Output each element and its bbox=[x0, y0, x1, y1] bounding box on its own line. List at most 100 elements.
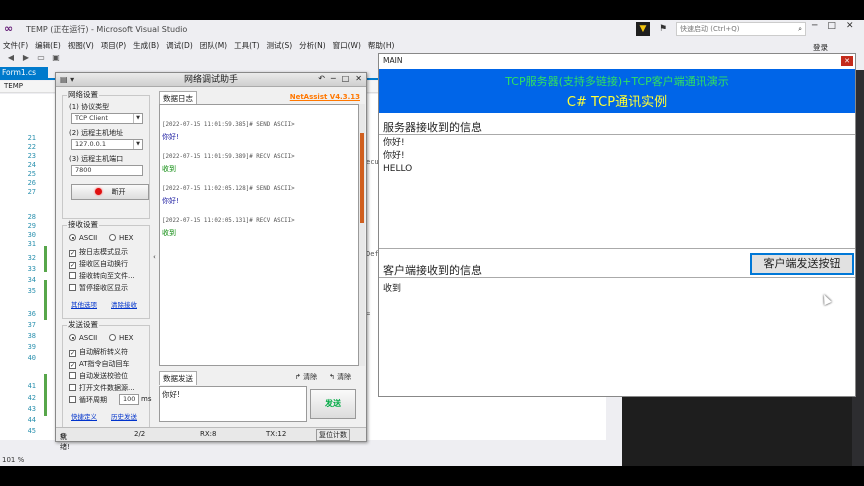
history-link[interactable]: 历史发送 bbox=[111, 411, 137, 421]
clear-receive-link[interactable]: 清除接收 bbox=[111, 299, 137, 309]
recv-hex-radio[interactable]: HEX bbox=[109, 234, 133, 242]
send-ascii-radio[interactable]: ASCII bbox=[69, 334, 97, 342]
send-button[interactable]: 发送 bbox=[310, 389, 356, 419]
recv-option-log-mode[interactable]: ✓ 按日志模式显示 bbox=[69, 247, 128, 257]
server-line: 你好! bbox=[383, 138, 405, 148]
port-input[interactable]: 7800 bbox=[71, 165, 143, 176]
send-option-escape[interactable]: ✓ 自动解析转义符 bbox=[69, 347, 128, 357]
clear-all-button[interactable]: ↰ 清除 bbox=[329, 372, 351, 382]
protocol-select[interactable]: TCP Client ▼ bbox=[71, 113, 143, 124]
host-select[interactable]: 127.0.0.1 ▼ bbox=[71, 139, 143, 150]
clear-label: 清除 bbox=[303, 373, 318, 381]
checkbox-icon bbox=[69, 372, 76, 379]
send-option-checksum[interactable]: 自动发送校验位 bbox=[69, 371, 128, 381]
checkbox-checked-icon: ✓ bbox=[69, 250, 76, 257]
checkbox-label: 接收转向至文件... bbox=[79, 272, 135, 280]
tab-form1[interactable]: Form1.cs bbox=[0, 67, 48, 80]
menu-build[interactable]: 生成(B) bbox=[130, 38, 163, 51]
close-icon[interactable]: ✕ bbox=[355, 74, 362, 83]
network-settings-group: 网络设置 (1) 协议类型 TCP Client ▼ (2) 远程主机地址 12… bbox=[62, 89, 150, 219]
server-received-textbox[interactable]: 你好! 你好! HELLO bbox=[379, 134, 855, 249]
maximize-icon[interactable]: □ bbox=[827, 21, 836, 31]
menu-test[interactable]: 测试(S) bbox=[264, 38, 297, 51]
menu-view[interactable]: 视图(V) bbox=[65, 38, 98, 51]
undo-icon[interactable]: ↶ bbox=[318, 74, 325, 83]
main-title-bar: MAIN ✕ bbox=[379, 54, 855, 68]
save-icon[interactable]: ▣ bbox=[51, 53, 61, 63]
vs-title-bar: ∞ TEMP (正在运行) - Microsoft Visual Studio … bbox=[0, 20, 864, 38]
radio-label: HEX bbox=[119, 234, 134, 242]
group-title: 接收设置 bbox=[67, 219, 99, 230]
menu-team[interactable]: 团队(M) bbox=[197, 38, 231, 51]
send-textarea[interactable]: 你好! bbox=[159, 386, 307, 422]
clear-label: 清除 bbox=[337, 373, 352, 381]
recv-option-to-file[interactable]: 接收转向至文件... bbox=[69, 271, 135, 281]
send-option-file-source[interactable]: 打开文件数据源... bbox=[69, 383, 135, 393]
netassist-window-controls: ↶ ─ □ ✕ bbox=[318, 74, 362, 83]
log-header: 数据日志 NetAssist V4.3.13 bbox=[159, 91, 362, 105]
send-option-at-cr[interactable]: ✓ AT指令自动回车 bbox=[69, 359, 130, 369]
log-entry-header: [2022-07-15 11:02:05.131]# RECV ASCII> bbox=[162, 218, 295, 224]
protocol-label: (1) 协议类型 bbox=[69, 103, 110, 111]
checkbox-label: 暂停接收区显示 bbox=[79, 284, 128, 292]
recv-ascii-radio[interactable]: ASCII bbox=[69, 234, 97, 242]
menu-file[interactable]: 文件(F) bbox=[0, 38, 32, 51]
client-send-button[interactable]: 客户端发送按钮 bbox=[750, 253, 854, 275]
line-number: 45 bbox=[27, 427, 36, 435]
project-dropdown[interactable]: TEMP bbox=[4, 82, 23, 90]
minimize-icon[interactable]: ─ bbox=[812, 21, 817, 31]
banner-title: C# TCP通讯实例 bbox=[566, 95, 668, 110]
code-text: ecu bbox=[366, 158, 379, 166]
menu-help[interactable]: 帮助(H) bbox=[365, 38, 399, 51]
checkbox-checked-icon: ✓ bbox=[69, 350, 76, 357]
status-count: 2/2 bbox=[134, 430, 146, 438]
back-icon[interactable]: ◀ bbox=[6, 53, 16, 63]
version-link[interactable]: NetAssist V4.3.13 bbox=[290, 93, 360, 101]
forward-icon[interactable]: ▶ bbox=[21, 53, 31, 63]
send-hex-radio[interactable]: HEX bbox=[109, 334, 133, 342]
close-icon[interactable]: ✕ bbox=[841, 56, 853, 66]
menu-edit[interactable]: 编辑(E) bbox=[32, 38, 65, 51]
minimize-icon[interactable]: ─ bbox=[331, 74, 336, 83]
feedback-flag-icon[interactable]: ⚑ bbox=[656, 22, 670, 36]
line-number: 32 bbox=[27, 254, 36, 262]
recv-option-autowrap[interactable]: ✓ 接收区自动换行 bbox=[69, 259, 128, 269]
netassist-title-bar: ▤ ▾ 网络调试助手 ↶ ─ □ ✕ bbox=[56, 73, 366, 87]
recv-option-pause[interactable]: 暂停接收区显示 bbox=[69, 283, 128, 293]
log-scrollbar-thumb[interactable] bbox=[360, 133, 364, 223]
menu-window[interactable]: 窗口(W) bbox=[330, 38, 365, 51]
radio-label: ASCII bbox=[79, 234, 98, 242]
tab-data-log[interactable]: 数据日志 bbox=[159, 91, 197, 105]
line-number: 30 bbox=[27, 231, 36, 239]
checkbox-icon bbox=[69, 272, 76, 279]
menu-debug[interactable]: 调试(D) bbox=[163, 38, 197, 51]
server-line: 你好! bbox=[383, 151, 405, 161]
log-entry-message: 收到 bbox=[162, 165, 176, 173]
client-received-textbox[interactable]: 收到 bbox=[379, 277, 855, 395]
menu-analyze[interactable]: 分析(N) bbox=[296, 38, 329, 51]
reset-count-button[interactable]: 复位计数 bbox=[316, 429, 350, 441]
send-header: 数据发送 ↱ 清除 ↰ 清除 bbox=[159, 371, 362, 385]
checkbox-label: 按日志模式显示 bbox=[79, 248, 128, 256]
clear-icon: ↱ bbox=[295, 373, 304, 381]
receive-log-area[interactable]: [2022-07-15 11:01:59.385]# SEND ASCII> 你… bbox=[159, 104, 359, 366]
radio-label: HEX bbox=[119, 334, 134, 342]
close-icon[interactable]: ✕ bbox=[846, 21, 854, 31]
menu-project[interactable]: 项目(P) bbox=[98, 38, 130, 51]
clear-send-button[interactable]: ↱ 清除 bbox=[295, 372, 317, 382]
loop-interval-input[interactable]: 100 bbox=[119, 394, 139, 405]
netassist-window: ▤ ▾ 网络调试助手 ↶ ─ □ ✕ 网络设置 (1) 协议类型 TCP Cli… bbox=[55, 72, 367, 451]
send-option-loop[interactable]: 循环周期 bbox=[69, 395, 107, 405]
maximize-icon[interactable]: □ bbox=[342, 74, 350, 83]
menu-tools[interactable]: 工具(T) bbox=[231, 38, 263, 51]
quick-launch-input[interactable]: 快速启动 (Ctrl+Q) ⌕ bbox=[676, 22, 806, 36]
filter-icon[interactable]: ▼ bbox=[636, 22, 650, 36]
other-options-link[interactable]: 其他选项 bbox=[71, 299, 97, 309]
disconnect-button[interactable]: 断开 bbox=[71, 184, 149, 200]
radio-label: ASCII bbox=[79, 334, 98, 342]
tab-data-send[interactable]: 数据发送 bbox=[159, 371, 197, 385]
zoom-level[interactable]: 101 % bbox=[0, 456, 24, 464]
shortcut-link[interactable]: 快捷定义 bbox=[71, 411, 97, 421]
line-number: 26 bbox=[27, 179, 36, 187]
new-file-icon[interactable]: ▭ bbox=[36, 53, 46, 63]
